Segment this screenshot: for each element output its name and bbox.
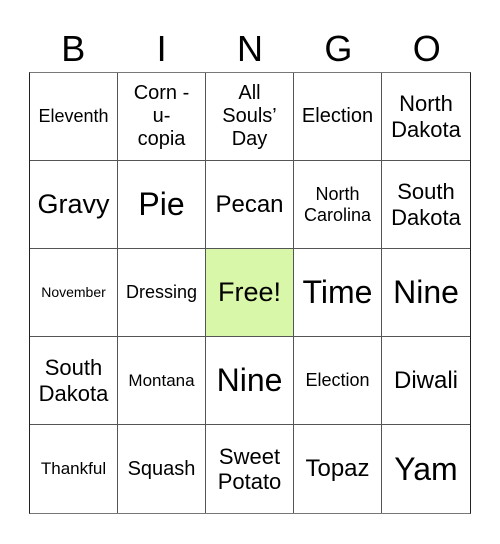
bingo-cell[interactable]: Nine [206, 337, 294, 425]
cell-line: Dakota [38, 380, 109, 406]
bingo-grid: Eleventh Corn - u-copia All Souls’ Day Elec… [29, 72, 471, 514]
cell-line: South [44, 355, 103, 381]
cell-line: North [399, 91, 453, 117]
bingo-cell[interactable]: Diwali [382, 337, 470, 425]
cell-line: All [238, 82, 261, 104]
bingo-cell[interactable]: Montana [118, 337, 206, 425]
header-letter-i: I [156, 28, 167, 69]
cell-line: Election [301, 105, 374, 127]
cell-line: Nine [216, 362, 283, 399]
cell-line: Time [302, 274, 373, 311]
free-space-cell[interactable]: Free! [206, 249, 294, 337]
cell-line: North [315, 183, 360, 204]
header-letter-b: B [61, 28, 86, 69]
bingo-cell[interactable]: Pecan [206, 161, 294, 249]
bingo-cell[interactable]: Gravy [30, 161, 118, 249]
cell-line: Sweet [218, 443, 281, 469]
bingo-cell[interactable]: South Dakota [30, 337, 118, 425]
cell-line: Pie [138, 186, 185, 223]
bingo-cell[interactable]: Corn - u-copia [118, 73, 206, 161]
bingo-cell[interactable]: Pie [118, 161, 206, 249]
bingo-cell[interactable]: Election [294, 337, 382, 425]
cell-line: Carolina [303, 204, 372, 225]
cell-line: Corn - [133, 82, 190, 104]
cell-line: Thankful [40, 459, 107, 479]
cell-line: Nine [393, 274, 459, 311]
cell-line: Yam [394, 450, 458, 487]
cell-line: Montana [128, 370, 195, 390]
bingo-cell[interactable]: Yam [382, 425, 470, 513]
cell-line: Topaz [305, 455, 370, 483]
cell-line: Souls’ [222, 105, 277, 127]
bingo-cell[interactable]: Nine [382, 249, 470, 337]
bingo-header: B I N G O [29, 26, 471, 72]
cell-line: Election [305, 370, 370, 391]
bingo-cell[interactable]: Topaz [294, 425, 382, 513]
cell-line: Squash [127, 457, 196, 480]
bingo-cell[interactable]: North Dakota [382, 73, 470, 161]
bingo-cell[interactable]: Squash [118, 425, 206, 513]
header-letter-n: N [236, 28, 263, 69]
bingo-cell[interactable]: North Carolina [294, 161, 382, 249]
bingo-cell[interactable]: South Dakota [382, 161, 470, 249]
header-letter-o: O [412, 28, 441, 69]
cell-line: South [397, 179, 455, 205]
cell-line: Gravy [37, 188, 110, 219]
cell-line: Eleventh [38, 106, 109, 127]
bingo-cell[interactable]: Sweet Potato [206, 425, 294, 513]
cell-line: November [41, 284, 106, 301]
bingo-cell[interactable]: Eleventh [30, 73, 118, 161]
bingo-cell[interactable]: All Souls’ Day [206, 73, 294, 161]
cell-line: Dressing [125, 282, 198, 303]
cell-line: Dakota [391, 116, 461, 142]
bingo-cell[interactable]: November [30, 249, 118, 337]
header-letter-g: G [324, 28, 353, 69]
bingo-cell[interactable]: Time [294, 249, 382, 337]
cell-line: Free! [217, 276, 282, 307]
cell-line: copia [137, 128, 186, 150]
cell-line: Dakota [391, 204, 461, 230]
cell-line: u- [152, 105, 171, 127]
cell-line: Potato [217, 469, 282, 494]
cell-line: Diwali [393, 366, 458, 394]
bingo-cell[interactable]: Election [294, 73, 382, 161]
bingo-cell[interactable]: Dressing [118, 249, 206, 337]
bingo-cell[interactable]: Thankful [30, 425, 118, 513]
cell-line: Pecan [215, 190, 284, 218]
cell-line: Day [231, 128, 268, 150]
